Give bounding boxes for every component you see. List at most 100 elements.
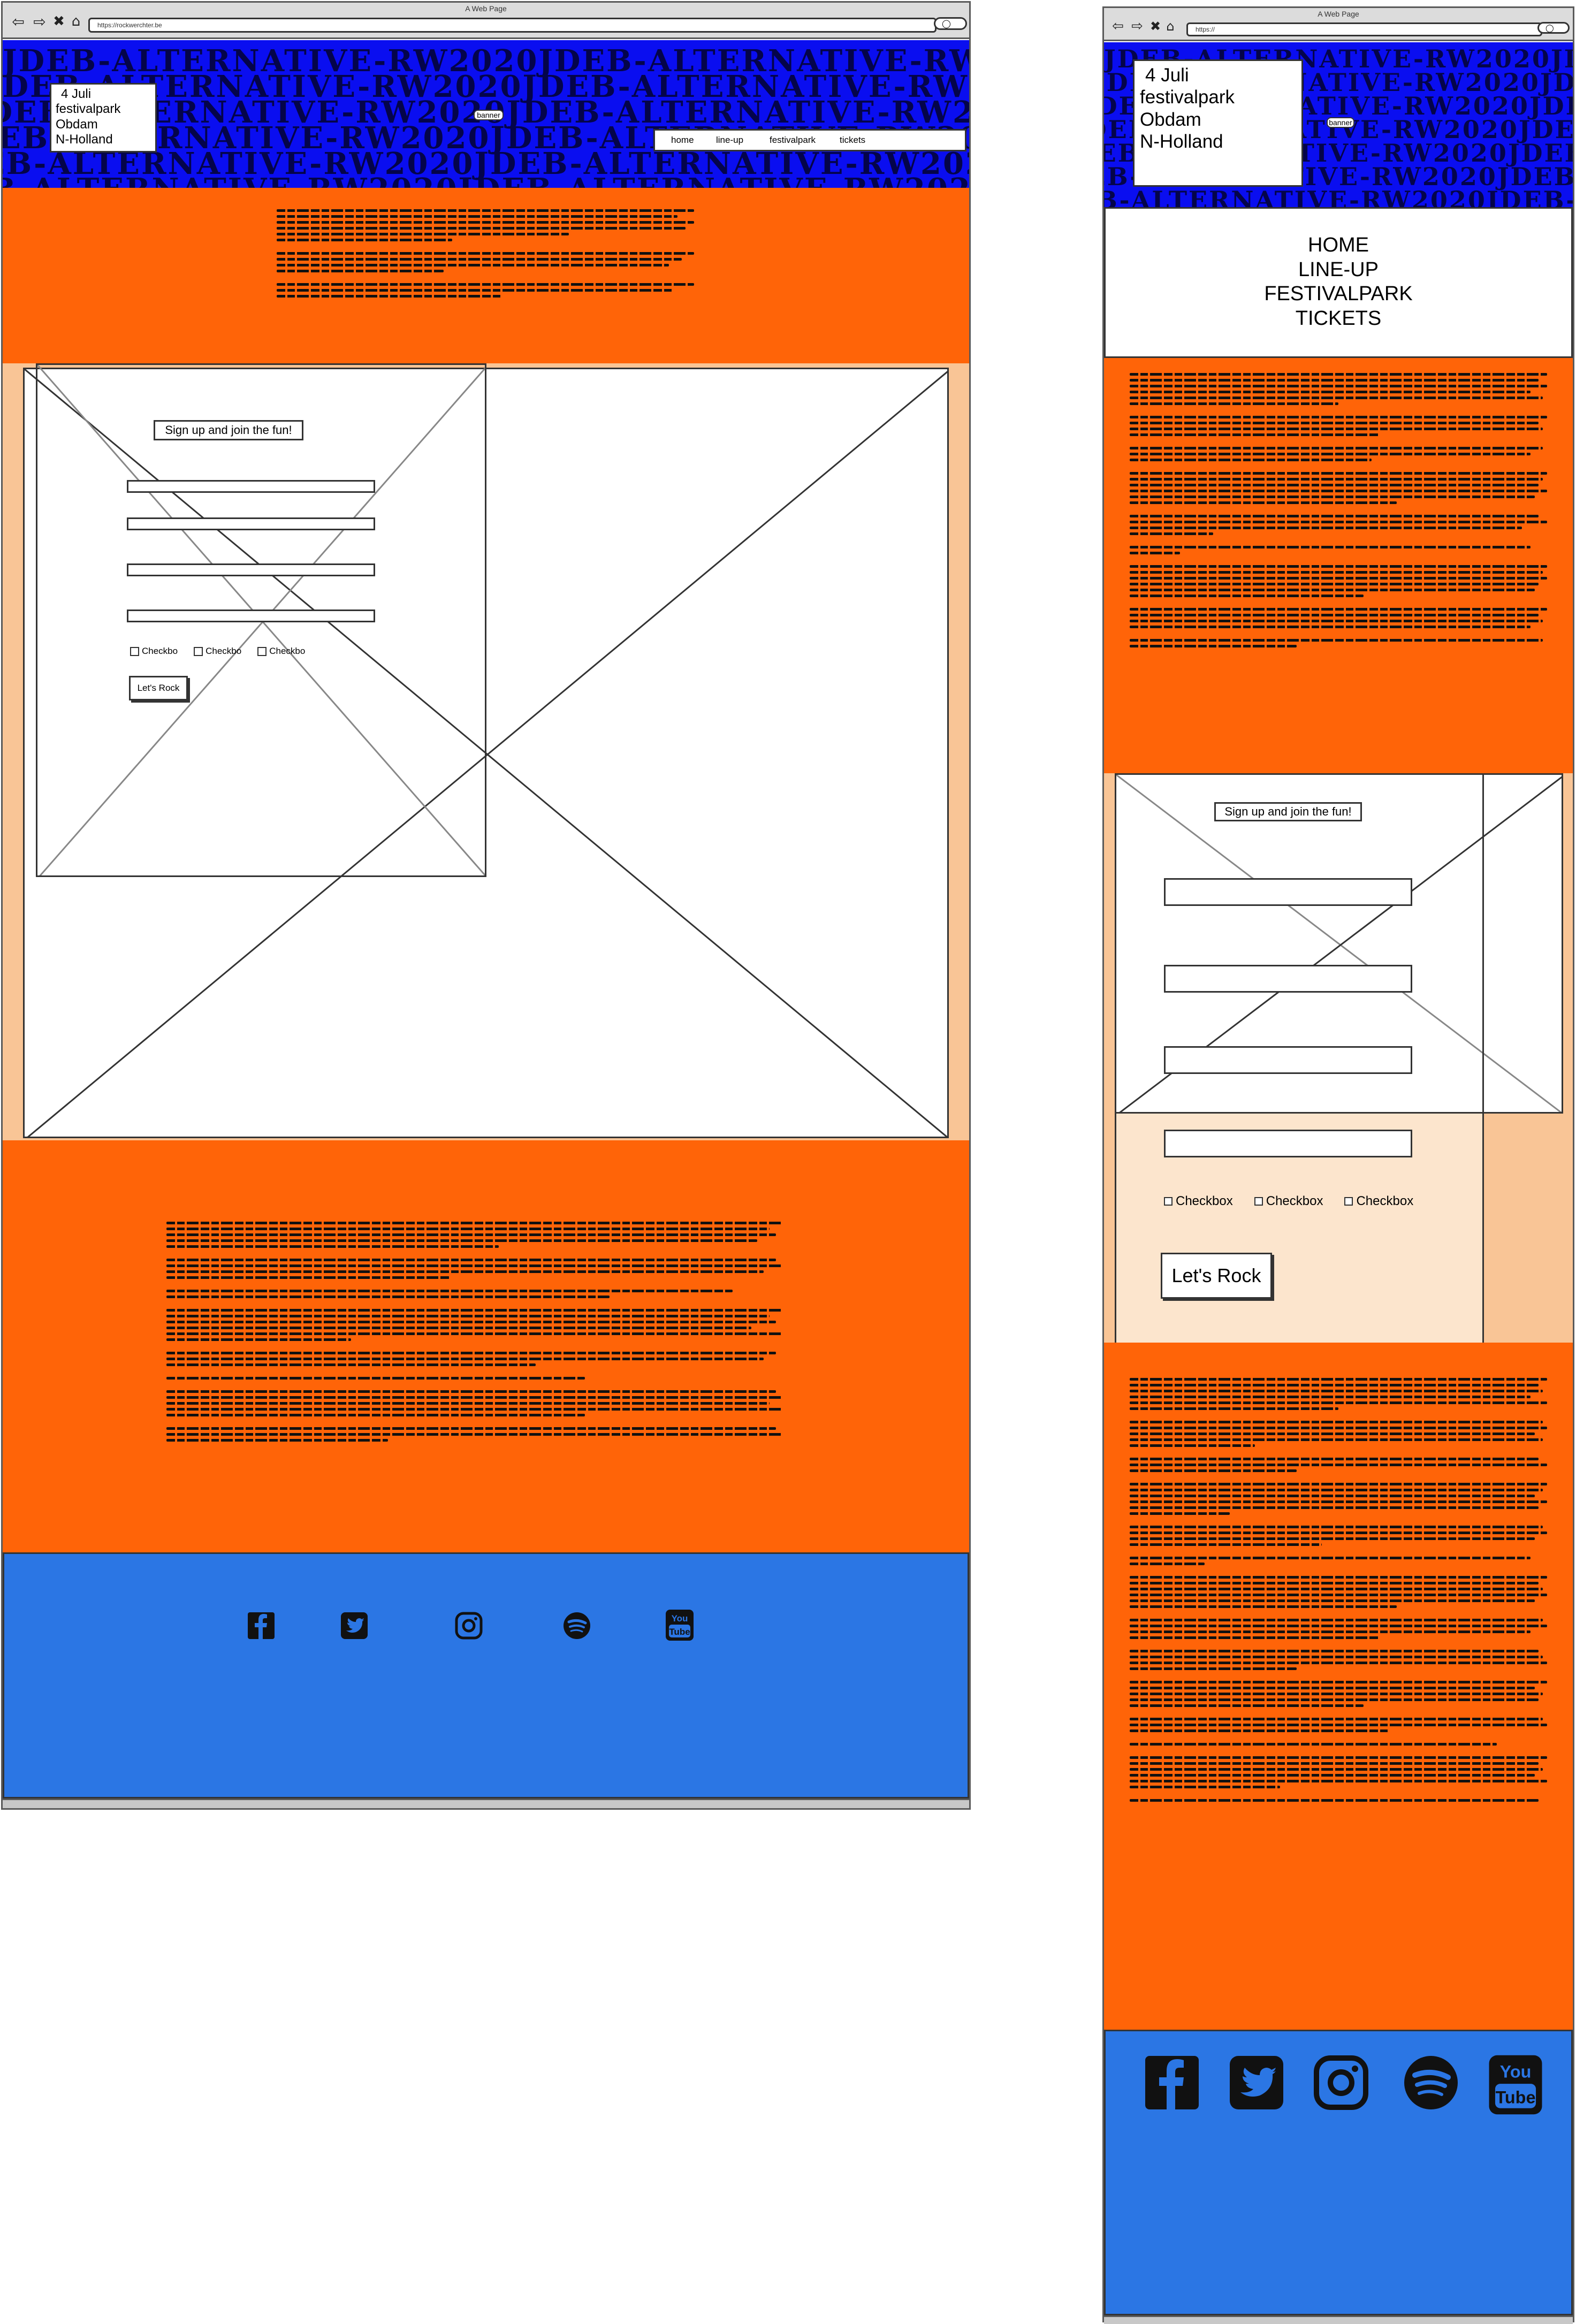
banner-text-row: JDEB-ALTERNATIVE-RW2020JDEB-ALTERNATIVE-… <box>3 172 969 188</box>
mobile-footer: You Tube <box>1104 2030 1573 2315</box>
spotify-icon[interactable] <box>561 1610 593 1642</box>
signup-heading: Sign up and join the fun! <box>154 420 303 440</box>
desktop-banner: JDEB-ALTERNATIVE-RW2020JDEB-ALTERNATIVE-… <box>3 40 969 188</box>
checkbox-3-label: Checkbo <box>269 646 306 656</box>
instagram-icon[interactable] <box>1310 2052 1372 2114</box>
desktop-horizontal-scrollbar[interactable] <box>3 1799 969 1808</box>
checkbox-3[interactable] <box>257 646 267 656</box>
desktop-browser-toolbar: A Web Page ⇦ ⇨ ✖ ⌂ https://rockwerchter.… <box>3 3 969 39</box>
facebook-icon[interactable] <box>1141 2052 1203 2114</box>
signup-field-3[interactable] <box>1164 1046 1412 1074</box>
back-arrow-icon[interactable]: ⇦ <box>10 13 26 31</box>
close-icon[interactable]: ✖ <box>1149 19 1162 34</box>
checkbox-1-label: Checkbo <box>142 646 178 656</box>
lets-rock-button[interactable]: Let's Rock <box>1161 1253 1272 1299</box>
nav-home-link[interactable]: HOME <box>1106 233 1571 258</box>
event-town: Obdam <box>1140 109 1201 130</box>
content-text-block <box>166 1222 782 1445</box>
checkbox-1[interactable] <box>130 646 139 656</box>
mobile-content-section <box>1104 1343 1573 2030</box>
mobile-search-field[interactable]: ◯ <box>1537 22 1570 34</box>
svg-text:You: You <box>672 1613 688 1624</box>
checkbox-2-label: Checkbo <box>205 646 242 656</box>
signup-field-3[interactable] <box>127 563 375 576</box>
nav-festivalpark-link[interactable]: FESTIVALPARK <box>1106 282 1571 307</box>
checkbox-3[interactable] <box>1344 1197 1353 1206</box>
facebook-icon[interactable] <box>245 1610 277 1642</box>
mobile-intro-section <box>1104 358 1573 773</box>
signup-field-1[interactable] <box>127 480 375 493</box>
back-arrow-icon[interactable]: ⇦ <box>1110 18 1125 34</box>
content-text-block <box>1130 1378 1547 1805</box>
youtube-icon[interactable]: You Tube <box>1484 2052 1547 2118</box>
mobile-signup-section: Sign up and join the fun! Checkbox Check… <box>1104 773 1573 1343</box>
checkbox-2[interactable] <box>194 646 203 656</box>
event-region: N-Holland <box>56 132 113 147</box>
search-icon: ◯ <box>942 19 951 28</box>
intro-text-block <box>1130 373 1547 651</box>
desktop-content-section <box>3 1140 969 1552</box>
signup-field-4[interactable] <box>1164 1130 1412 1157</box>
mobile-horizontal-scrollbar[interactable] <box>1104 2315 1573 2324</box>
signup-field-2[interactable] <box>127 517 375 530</box>
nav-lineup-link[interactable]: line-up <box>716 135 743 146</box>
forward-arrow-icon[interactable]: ⇨ <box>32 13 48 31</box>
desktop-search-field[interactable]: ◯ <box>934 17 967 30</box>
event-venue: festivalpark <box>1140 87 1235 108</box>
mobile-banner: JDEB-ALTERNATIVE-RW2020JDEB-ALTERNATIVE-… <box>1104 42 1573 207</box>
event-town: Obdam <box>56 117 98 132</box>
desktop-signup-section: Sign up and join the fun! Checkbo Checkb… <box>3 363 969 1140</box>
checkbox-row: Checkbo Checkbo Checkbo <box>130 646 305 657</box>
svg-text:Tube: Tube <box>1496 2087 1536 2107</box>
event-info-box: 4 Juli festivalpark Obdam N-Holland <box>1133 59 1303 187</box>
nav-lineup-link[interactable]: LINE-UP <box>1106 258 1571 283</box>
banner-text-row: JDEB-ALTERNATIVE-RW2020JDEB-ALTERNATIVE-… <box>1104 186 1573 207</box>
lets-rock-button[interactable]: Let's Rock <box>129 676 188 700</box>
mobile-browser-window: A Web Page ⇦ ⇨ ✖ ⌂ https:// ◯ JDEB-ALTER… <box>1102 6 1574 2324</box>
checkbox-3-label: Checkbox <box>1356 1194 1414 1208</box>
checkbox-2-label: Checkbox <box>1266 1194 1323 1208</box>
nav-tickets-link[interactable]: TICKETS <box>1106 307 1571 331</box>
desktop-url-text: https://rockwerchter.be <box>97 21 162 29</box>
signup-field-2[interactable] <box>1164 965 1412 993</box>
mobile-url-bar[interactable]: https:// <box>1186 22 1542 36</box>
desktop-intro-section <box>3 188 969 363</box>
desktop-footer: You Tube <box>3 1552 969 1799</box>
intro-text-block <box>277 209 694 301</box>
search-icon: ◯ <box>1545 23 1554 32</box>
nav-tickets-link[interactable]: tickets <box>840 135 865 146</box>
mobile-url-text: https:// <box>1196 26 1215 33</box>
banner-button[interactable]: banner <box>474 110 504 120</box>
twitter-icon[interactable] <box>338 1610 370 1642</box>
event-date: 4 Juli <box>61 87 92 101</box>
home-icon[interactable]: ⌂ <box>69 13 83 29</box>
signup-heading: Sign up and join the fun! <box>1214 802 1362 821</box>
desktop-browser-window: A Web Page ⇦ ⇨ ✖ ⌂ https://rockwerchter.… <box>1 1 971 1810</box>
checkbox-row: Checkbox Checkbox Checkbox <box>1164 1194 1413 1209</box>
svg-text:Tube: Tube <box>669 1627 690 1637</box>
youtube-icon[interactable]: You Tube <box>664 1607 696 1643</box>
signup-field-4[interactable] <box>127 609 375 622</box>
desktop-nav-bar: home line-up festivalpark tickets <box>653 129 966 151</box>
forward-arrow-icon[interactable]: ⇨ <box>1130 18 1145 34</box>
twitter-icon[interactable] <box>1225 2052 1288 2114</box>
event-region: N-Holland <box>1140 131 1223 152</box>
event-info-box: 4 Juli festivalpark Obdam N-Holland <box>50 83 157 153</box>
event-venue: festivalpark <box>56 102 121 117</box>
nav-festivalpark-link[interactable]: festivalpark <box>770 135 816 146</box>
mobile-window-title: A Web Page <box>1318 10 1359 18</box>
home-icon[interactable]: ⌂ <box>1164 19 1177 34</box>
signup-field-1[interactable] <box>1164 878 1412 906</box>
instagram-icon[interactable] <box>453 1610 485 1642</box>
mobile-nav-menu: HOME LINE-UP FESTIVALPARK TICKETS <box>1104 207 1573 358</box>
checkbox-1[interactable] <box>1164 1197 1173 1206</box>
svg-text:You: You <box>1500 2062 1532 2082</box>
checkbox-2[interactable] <box>1254 1197 1263 1206</box>
mobile-browser-toolbar: A Web Page ⇦ ⇨ ✖ ⌂ https:// ◯ <box>1104 8 1573 41</box>
spotify-icon[interactable] <box>1400 2052 1462 2114</box>
nav-home-link[interactable]: home <box>671 135 694 146</box>
banner-button[interactable]: banner <box>1327 117 1354 128</box>
event-date: 4 Juli <box>1145 65 1189 86</box>
desktop-url-bar[interactable]: https://rockwerchter.be <box>88 18 937 33</box>
close-icon[interactable]: ✖ <box>52 13 66 29</box>
